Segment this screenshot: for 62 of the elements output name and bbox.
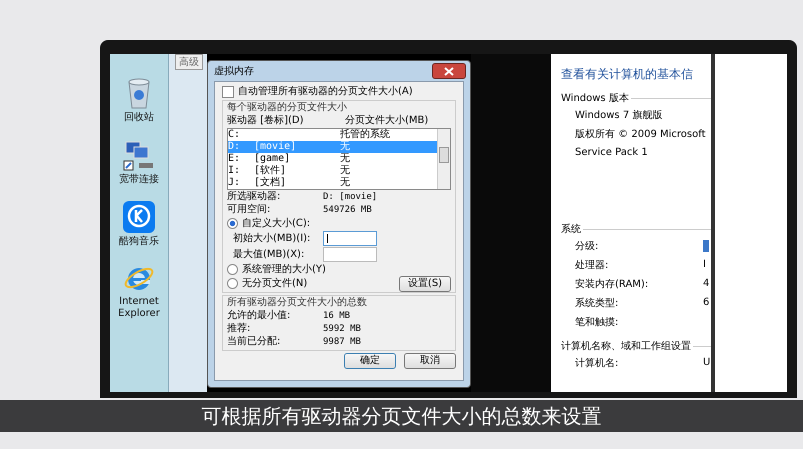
group-title: 所有驱动器分页文件大小的总数: [227, 297, 368, 309]
radio-label[interactable]: 自定义大小(C):: [242, 218, 310, 230]
close-icon: [444, 66, 454, 76]
column-header: 分页文件大小(MB): [345, 115, 428, 127]
radio-button[interactable]: [227, 264, 238, 275]
total-value: 16 MB: [323, 310, 350, 322]
radio-label[interactable]: 系统管理的大小(Y): [242, 264, 326, 276]
input-field[interactable]: [323, 247, 377, 262]
group-title: 每个驱动器的分页文件大小: [227, 102, 348, 114]
info-value: U: [703, 357, 710, 368]
desktop-icon-label[interactable]: 回收站: [111, 112, 167, 124]
info-label: 分级:: [575, 240, 600, 252]
field-label: 初始大小(MB)(I):: [233, 232, 312, 244]
drive-row[interactable]: J: [文档] 无: [228, 177, 437, 189]
tab[interactable]: 高级: [175, 54, 203, 70]
section-title: 计算机名称、域和工作组设置: [561, 340, 691, 353]
input-field[interactable]: [323, 231, 377, 246]
total-label: 当前已分配:: [227, 336, 282, 348]
info-value: 549726 MB: [323, 204, 372, 216]
drive-row[interactable]: C: 托管的系统: [228, 129, 437, 141]
info-label: Windows 7 旗舰版: [575, 108, 664, 122]
dialog-button[interactable]: 确定: [344, 353, 396, 369]
radio-label[interactable]: 无分页文件(N): [242, 278, 308, 290]
section-title: 系统: [561, 222, 581, 236]
info-value: 6: [703, 297, 710, 308]
checkbox[interactable]: [222, 86, 234, 98]
drive-row[interactable]: E: [game] 无: [228, 153, 437, 165]
drive-row[interactable]: I: [软件] 无: [228, 165, 437, 177]
info-value: I: [703, 259, 706, 270]
total-label: 推荐:: [227, 323, 252, 335]
panel-heading: 查看有关计算机的基本信: [561, 66, 694, 83]
dialog-title: 虚拟内存: [214, 64, 254, 78]
section-title: Windows 版本: [561, 92, 629, 105]
subtitle: 可根据所有驱动器分页文件大小的总数来设置: [202, 402, 602, 430]
radio-button[interactable]: [227, 218, 238, 229]
info-label: 安装内存(RAM):: [575, 278, 650, 290]
info-label: 所选驱动器:: [227, 191, 282, 203]
close-button[interactable]: [432, 63, 466, 79]
k-logo-icon[interactable]: [122, 200, 156, 234]
info-value: D: [movie]: [323, 191, 378, 203]
desktop-icon-label[interactable]: Internet Explorer: [111, 296, 167, 320]
set-button[interactable]: 设置(S): [399, 276, 451, 292]
total-value: 5992 MB: [323, 323, 361, 335]
field-label: 最大值(MB)(X):: [233, 248, 306, 260]
info-label: Service Pack 1: [575, 147, 649, 158]
desktop-icon-label[interactable]: 酷狗音乐: [111, 236, 167, 248]
radio-button[interactable]: [227, 278, 238, 289]
info-label: 笔和触摸:: [575, 316, 620, 328]
info-label: 可用空间:: [227, 204, 272, 216]
info-label: 处理器:: [575, 258, 610, 272]
info-label: 计算机名:: [575, 356, 620, 370]
info-value: 4: [703, 278, 710, 289]
column-header: 驱动器 [卷标](D): [227, 115, 304, 127]
info-label: 系统类型:: [575, 296, 620, 310]
total-label: 允许的最小值:: [227, 310, 292, 322]
info-label: 版权所有 © 2009 Microsoft: [575, 128, 703, 140]
desktop-icon-label[interactable]: 宽带连接: [111, 174, 167, 186]
total-value: 9987 MB: [323, 336, 361, 348]
rating-icon: [703, 240, 709, 252]
checkbox-label[interactable]: 自动管理所有驱动器的分页文件大小(A): [238, 86, 413, 98]
dialog-button[interactable]: 取消: [404, 353, 456, 369]
scrollbar[interactable]: [437, 129, 450, 189]
